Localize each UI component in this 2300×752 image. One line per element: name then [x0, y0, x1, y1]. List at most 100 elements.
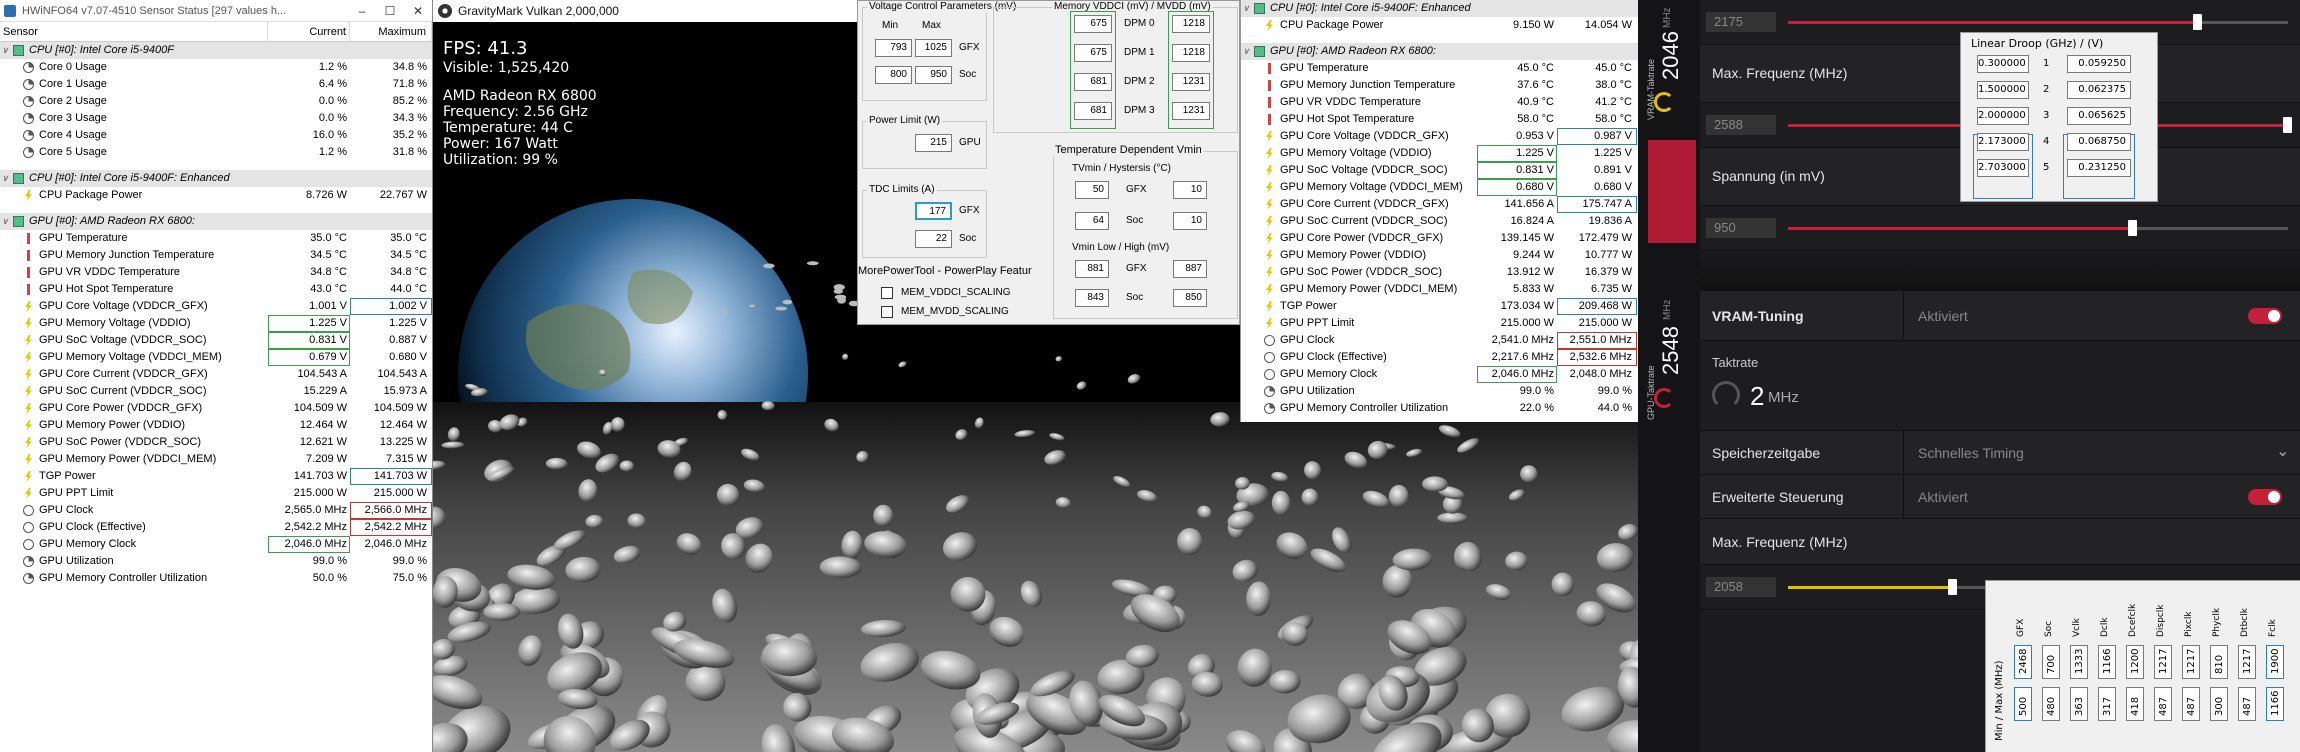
dpm-min-input[interactable]: 300: [2210, 687, 2228, 721]
close-button[interactable]: ✕: [404, 0, 432, 22]
minimize-button[interactable]: –: [348, 0, 376, 22]
sensor-row[interactable]: GPU Core Current (VDDCR_GFX) 104.543 A 104…: [0, 366, 432, 383]
droop-ghz-input[interactable]: 2.703000: [1977, 159, 2029, 177]
dpm-min-input[interactable]: 418: [2126, 687, 2144, 721]
freq-slider-1-handle[interactable]: [2193, 14, 2202, 30]
vmin-high-soc-input[interactable]: 850: [1173, 289, 1207, 307]
column-sensor[interactable]: Sensor: [0, 22, 268, 41]
dpm-max-input[interactable]: 1333: [2070, 645, 2088, 679]
sensor-row[interactable]: GPU Memory Voltage (VDDIO) 1.225 V 1.225 V: [0, 315, 432, 332]
sensor-row[interactable]: GPU SoC Power (VDDCR_SOC) 12.621 W 13.225 …: [0, 434, 432, 451]
active-tab-marker[interactable]: [1648, 140, 1696, 243]
sensor-row[interactable]: GPU VR VDDC Temperature 40.9 °C 41.2 °C: [1241, 94, 1638, 111]
collapse-toggle-icon[interactable]: ∨: [0, 170, 10, 187]
sensor-group-header[interactable]: ∨ CPU [#0]: Intel Core i5-9400F: [0, 42, 432, 59]
dpm-min-input[interactable]: 317: [2098, 687, 2116, 721]
sensor-row[interactable]: Core 5 Usage 1.2 % 31.8 %: [0, 144, 432, 161]
sensor-row[interactable]: GPU Clock (Effective) 2,542.2 MHz 2,542.2 …: [0, 519, 432, 536]
advanced-control-toggle[interactable]: [2248, 489, 2282, 505]
dpm-max-input[interactable]: 1200: [2126, 645, 2144, 679]
droop-volt-input[interactable]: 0.065625: [2067, 107, 2131, 125]
sensor-row[interactable]: GPU Memory Clock 2,046.0 MHz 2,046.0 MHz: [0, 536, 432, 553]
vmin-low-soc-input[interactable]: 843: [1075, 289, 1109, 307]
sensor-row[interactable]: GPU Memory Power (VDDCI_MEM) 7.209 W 7.315…: [0, 451, 432, 468]
sensor-row[interactable]: GPU Memory Voltage (VDDIO) 1.225 V 1.225 V: [1241, 145, 1638, 162]
vddci-input[interactable]: 681: [1074, 102, 1112, 120]
sensor-row[interactable]: GPU Clock 2,565.0 MHz 2,566.0 MHz: [0, 502, 432, 519]
dpm-min-input[interactable]: 487: [2238, 687, 2256, 721]
sensor-row[interactable]: GPU Clock (Effective) 2,217.6 MHz 2,532.6 …: [1241, 349, 1638, 366]
sensor-row[interactable]: GPU Core Power (VDDCR_GFX) 139.145 W 172.4…: [1241, 230, 1638, 247]
sensor-row[interactable]: GPU Utilization 99.0 % 99.0 %: [0, 553, 432, 570]
soc-min-voltage-input[interactable]: 800: [875, 66, 912, 84]
dpm-max-input[interactable]: 1217: [2154, 645, 2172, 679]
sensor-row[interactable]: GPU Core Current (VDDCR_GFX) 141.656 A 175…: [1241, 196, 1638, 213]
mem-freq-slider-handle[interactable]: [1948, 579, 1957, 595]
sensor-row[interactable]: GPU Memory Voltage (VDDCI_MEM) 0.680 V 0.6…: [1241, 179, 1638, 196]
tdc-soc-input[interactable]: 22: [915, 230, 952, 248]
power-limit-input[interactable]: 215: [915, 134, 952, 152]
dpm-max-input[interactable]: 1166: [2098, 645, 2116, 679]
mvdd-input[interactable]: 1231: [1172, 102, 1210, 120]
mvdd-input[interactable]: 1231: [1172, 73, 1210, 91]
mem-mvdd-scaling-checkbox[interactable]: [881, 306, 893, 318]
sensor-row[interactable]: GPU Memory Junction Temperature 34.5 °C 34…: [0, 247, 432, 264]
collapse-toggle-icon[interactable]: ∨: [1241, 0, 1251, 17]
dpm-min-input[interactable]: 480: [2042, 687, 2060, 721]
sensor-row[interactable]: GPU Memory Controller Utilization 22.0 % 4…: [1241, 400, 1638, 417]
droop-ghz-input[interactable]: 2.000000: [1977, 107, 2029, 125]
dpm-max-input[interactable]: 810: [2210, 645, 2228, 679]
mem-vddci-scaling-checkbox[interactable]: [881, 287, 893, 299]
dpm-min-input[interactable]: 1166: [2266, 687, 2284, 721]
droop-ghz-input[interactable]: 1.500000: [1977, 81, 2029, 99]
sensor-row[interactable]: TGP Power 173.034 W 209.468 W: [1241, 298, 1638, 315]
freq-slider-2-value[interactable]: 2588: [1706, 115, 1776, 135]
sensor-row[interactable]: GPU SoC Current (VDDCR_SOC) 15.229 A 15.97…: [0, 383, 432, 400]
sensor-row[interactable]: GPU PPT Limit 215.000 W 215.000 W: [1241, 315, 1638, 332]
sensor-row[interactable]: Core 2 Usage 0.0 % 85.2 %: [0, 93, 432, 110]
column-current[interactable]: Current: [268, 22, 350, 41]
sensor-row[interactable]: GPU VR VDDC Temperature 34.8 °C 34.8 °C: [0, 264, 432, 281]
dpm-min-input[interactable]: 487: [2182, 687, 2200, 721]
sensor-row[interactable]: Core 1 Usage 6.4 % 71.8 %: [0, 76, 432, 93]
sensor-row[interactable]: GPU SoC Power (VDDCR_SOC) 13.912 W 16.379 …: [1241, 264, 1638, 281]
dpm-min-input[interactable]: 363: [2070, 687, 2088, 721]
freq-slider-1-value[interactable]: 2175: [1706, 12, 1776, 32]
vmin-low-gfx-input[interactable]: 881: [1075, 260, 1109, 278]
maximize-button[interactable]: ☐: [376, 0, 404, 22]
sensor-row[interactable]: GPU Core Voltage (VDDCR_GFX) 1.001 V 1.002…: [0, 298, 432, 315]
dpm-min-input[interactable]: 500: [2014, 687, 2032, 721]
tvmin-gfx-input[interactable]: 50: [1075, 181, 1109, 199]
mvdd-input[interactable]: 1218: [1172, 15, 1210, 33]
vddci-input[interactable]: 675: [1074, 44, 1112, 62]
hwinfo-titlebar[interactable]: HWiNFO64 v7.07-4510 Sensor Status [297 v…: [0, 0, 432, 22]
sensor-row[interactable]: GPU Utilization 99.0 % 99.0 %: [1241, 383, 1638, 400]
gfx-max-voltage-input[interactable]: 1025: [915, 39, 952, 57]
droop-volt-input[interactable]: 0.062375: [2067, 81, 2131, 99]
sensor-row[interactable]: GPU Core Power (VDDCR_GFX) 104.509 W 104.5…: [0, 400, 432, 417]
collapse-toggle-icon[interactable]: ∨: [1241, 43, 1251, 60]
dpm-max-input[interactable]: 1217: [2238, 645, 2256, 679]
droop-volt-input[interactable]: 0.231250: [2067, 159, 2131, 177]
sensor-row[interactable]: GPU Temperature 45.0 °C 45.0 °C: [1241, 60, 1638, 77]
sensor-row[interactable]: GPU Memory Controller Utilization 50.0 % 7…: [0, 570, 432, 587]
sensor-group-header[interactable]: ∨ GPU [#0]: AMD Radeon RX 6800:: [1241, 43, 1638, 60]
sensor-row[interactable]: Core 3 Usage 0.0 % 34.3 %: [0, 110, 432, 127]
sensor-row[interactable]: GPU Temperature 35.0 °C 35.0 °C: [0, 230, 432, 247]
sensor-row[interactable]: GPU Hot Spot Temperature 58.0 °C 58.0 °C: [1241, 111, 1638, 128]
vram-tuning-toggle[interactable]: [2248, 308, 2282, 324]
droop-volt-input[interactable]: 0.059250: [2067, 55, 2131, 73]
sensor-row[interactable]: GPU Memory Power (VDDIO) 9.244 W 10.777 W: [1241, 247, 1638, 264]
voltage-slider-handle[interactable]: [2128, 220, 2137, 236]
dpm-min-input[interactable]: 487: [2154, 687, 2172, 721]
tvmin-soc-input[interactable]: 64: [1075, 212, 1109, 230]
droop-ghz-input[interactable]: 0.300000: [1977, 55, 2029, 73]
collapse-toggle-icon[interactable]: ∨: [0, 213, 10, 230]
sensor-row[interactable]: GPU SoC Current (VDDCR_SOC) 16.824 A 19.83…: [1241, 213, 1638, 230]
sensor-row[interactable]: GPU Memory Power (VDDCI_MEM) 5.833 W 6.735…: [1241, 281, 1638, 298]
mem-freq-slider-value[interactable]: 2058: [1706, 577, 1776, 597]
gfx-min-voltage-input[interactable]: 793: [875, 39, 912, 57]
sensor-row[interactable]: TGP Power 141.703 W 141.703 W: [0, 468, 432, 485]
memory-timing-dropdown[interactable]: Schnelles Timing: [1918, 445, 2024, 461]
sensor-row[interactable]: CPU Package Power 8.726 W 22.767 W: [0, 187, 432, 204]
